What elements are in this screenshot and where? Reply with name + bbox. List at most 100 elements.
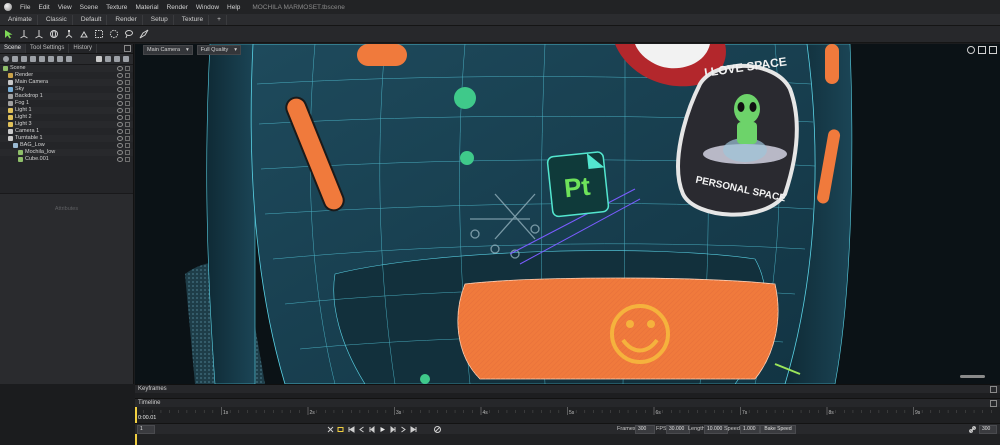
play-icon[interactable] bbox=[378, 425, 386, 433]
skip-start-icon[interactable] bbox=[347, 425, 355, 433]
skip-end-icon[interactable] bbox=[409, 425, 417, 433]
add-audio-icon[interactable] bbox=[66, 56, 72, 62]
menu-texture[interactable]: Texture bbox=[106, 4, 127, 11]
menu-material[interactable]: Material bbox=[135, 4, 158, 11]
scissors-icon[interactable] bbox=[326, 425, 334, 433]
eye-icon[interactable] bbox=[117, 101, 123, 106]
eye-icon[interactable] bbox=[117, 66, 123, 71]
tab-tool-settings[interactable]: Tool Settings bbox=[26, 44, 70, 53]
add-turntable-icon[interactable] bbox=[57, 56, 63, 62]
frames-field[interactable]: 300 bbox=[635, 425, 655, 434]
lock-icon[interactable] bbox=[125, 115, 130, 120]
playhead[interactable] bbox=[135, 407, 137, 423]
rotate-tool-icon[interactable] bbox=[48, 28, 60, 40]
step-back-icon[interactable] bbox=[367, 425, 375, 433]
rect-select-icon[interactable] bbox=[93, 28, 105, 40]
add-object-icon[interactable] bbox=[3, 56, 9, 62]
eye-icon[interactable] bbox=[117, 122, 123, 127]
end-frame-field[interactable]: 300 bbox=[979, 425, 997, 434]
loop-icon[interactable] bbox=[336, 425, 344, 433]
circle-select-icon[interactable] bbox=[108, 28, 120, 40]
add-workspace-button[interactable]: + bbox=[212, 14, 227, 25]
eye-icon[interactable] bbox=[117, 136, 123, 141]
add-group-icon[interactable] bbox=[39, 56, 45, 62]
lock-icon[interactable] bbox=[125, 80, 130, 85]
workspace-tab-setup[interactable]: Setup bbox=[146, 14, 174, 25]
lock-icon[interactable] bbox=[125, 122, 130, 127]
workspace-tab-default[interactable]: Default bbox=[76, 14, 108, 25]
lock-icon[interactable] bbox=[125, 101, 130, 106]
scene-tree-item[interactable]: Main Camera bbox=[0, 79, 133, 86]
eye-icon[interactable] bbox=[117, 73, 123, 78]
pivot-tool-icon[interactable] bbox=[78, 28, 90, 40]
step-forward-icon[interactable] bbox=[389, 425, 397, 433]
select-tool-icon[interactable] bbox=[3, 28, 15, 40]
paint-select-icon[interactable] bbox=[138, 28, 150, 40]
lock-icon[interactable] bbox=[125, 157, 130, 162]
record-icon[interactable] bbox=[433, 425, 441, 433]
move-tool-2-icon[interactable] bbox=[33, 28, 45, 40]
lock-icon[interactable] bbox=[125, 129, 130, 134]
panel-popout-icon[interactable] bbox=[124, 45, 131, 52]
lasso-tool-icon[interactable] bbox=[123, 28, 135, 40]
scene-tree-item[interactable]: Camera 1 bbox=[0, 128, 133, 135]
eye-icon[interactable] bbox=[117, 108, 123, 113]
eye-icon[interactable] bbox=[117, 115, 123, 120]
lock-icon[interactable] bbox=[125, 66, 130, 71]
eye-icon[interactable] bbox=[117, 80, 123, 85]
eye-icon[interactable] bbox=[117, 94, 123, 99]
lock-icon[interactable] bbox=[125, 94, 130, 99]
workspace-tab-classic[interactable]: Classic bbox=[41, 14, 73, 25]
scene-tree-item[interactable]: Light 1 bbox=[0, 107, 133, 114]
eye-icon[interactable] bbox=[117, 87, 123, 92]
add-light-icon[interactable] bbox=[12, 56, 18, 62]
link-icon[interactable] bbox=[968, 425, 976, 433]
tab-history[interactable]: History bbox=[69, 44, 98, 53]
timeline-popout-icon[interactable] bbox=[990, 399, 997, 407]
scene-tree-item[interactable]: Light 2 bbox=[0, 114, 133, 121]
eye-icon[interactable] bbox=[117, 143, 123, 148]
speed-field[interactable]: 1.000 bbox=[740, 425, 760, 434]
keyframes-popout-icon[interactable] bbox=[990, 385, 997, 393]
scene-tree-item[interactable]: Scene bbox=[0, 65, 133, 72]
folder-icon[interactable] bbox=[96, 56, 102, 62]
tab-scene[interactable]: Scene bbox=[0, 44, 27, 53]
scene-tree-item[interactable]: Backdrop 1 bbox=[0, 93, 133, 100]
eye-icon[interactable] bbox=[117, 150, 123, 155]
paste-icon[interactable] bbox=[114, 56, 120, 62]
prev-key-icon[interactable] bbox=[357, 425, 365, 433]
quality-select[interactable]: Full Quality ▾ bbox=[196, 44, 242, 55]
menu-view[interactable]: View bbox=[58, 4, 72, 11]
menu-window[interactable]: Window bbox=[196, 4, 219, 11]
lock-icon[interactable] bbox=[125, 73, 130, 78]
next-key-icon[interactable] bbox=[399, 425, 407, 433]
fps-field[interactable]: 30.000 bbox=[666, 425, 690, 434]
workspace-tab-render[interactable]: Render bbox=[110, 14, 143, 25]
lock-icon[interactable] bbox=[125, 143, 130, 148]
layout-icon[interactable] bbox=[978, 45, 986, 54]
menu-file[interactable]: File bbox=[20, 4, 30, 11]
add-camera-icon[interactable] bbox=[21, 56, 27, 62]
gear-icon[interactable] bbox=[967, 45, 975, 54]
lock-icon[interactable] bbox=[125, 150, 130, 155]
camera-select[interactable]: Main Camera ▾ bbox=[143, 44, 193, 55]
move-tool-icon[interactable] bbox=[18, 28, 30, 40]
add-shadow-icon[interactable] bbox=[48, 56, 54, 62]
menu-scene[interactable]: Scene bbox=[80, 4, 98, 11]
scene-tree-item[interactable]: Cube.001 bbox=[0, 156, 133, 163]
copy-icon[interactable] bbox=[105, 56, 111, 62]
scene-tree-item[interactable]: Light 3 bbox=[0, 121, 133, 128]
scene-tree-item[interactable]: Sky bbox=[0, 86, 133, 93]
scene-tree-item[interactable]: Fog 1 bbox=[0, 100, 133, 107]
timeline-scrollbar[interactable] bbox=[135, 434, 1000, 445]
scene-tree-item[interactable]: Render bbox=[0, 72, 133, 79]
scene-tree-item[interactable]: Mochila_low bbox=[0, 149, 133, 156]
timeline-ruler[interactable]: 1s 2s 3s 4s 5s 6s 7s 8s 9s 0:00.01 bbox=[134, 407, 1000, 423]
scene-tree-item[interactable]: BAG_Low bbox=[0, 142, 133, 149]
frame-box[interactable]: 1 bbox=[137, 425, 155, 434]
delete-icon[interactable] bbox=[123, 56, 129, 62]
workspace-tab-animate[interactable]: Animate bbox=[3, 14, 38, 25]
bake-speed-button[interactable]: Bake Speed bbox=[760, 425, 796, 434]
eye-icon[interactable] bbox=[117, 157, 123, 162]
lock-icon[interactable] bbox=[125, 108, 130, 113]
